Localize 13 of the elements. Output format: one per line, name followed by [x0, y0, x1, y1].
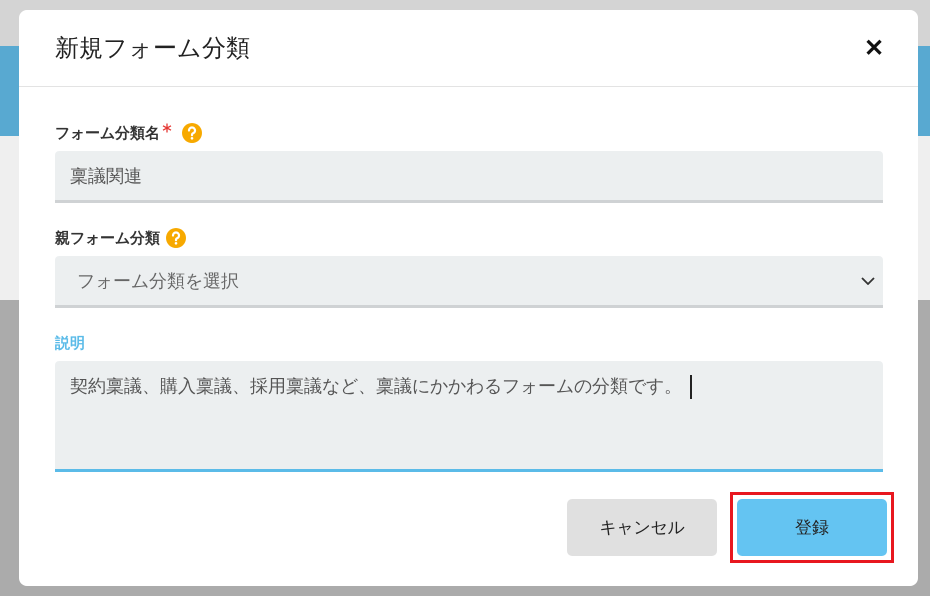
field-label: 説明	[55, 334, 85, 352]
field-label: フォーム分類名	[55, 124, 160, 142]
chevron-down-icon	[861, 276, 875, 284]
close-button[interactable]: ✕	[864, 34, 884, 62]
cancel-button[interactable]: キャンセル	[567, 499, 717, 556]
textarea-field[interactable]: 契約稟議、購入稟議、採用稟議など、稟議にかかわるフォームの分類です。	[55, 361, 883, 472]
dialog-title: 新規フォーム分類	[55, 33, 250, 64]
select-field[interactable]: フォーム分類を選択	[55, 256, 883, 308]
input-field[interactable]: 稟議関連	[55, 151, 883, 203]
help-icon[interactable]	[182, 123, 202, 143]
field-label: 親フォーム分類	[55, 228, 160, 248]
help-icon[interactable]	[166, 228, 186, 248]
register-button[interactable]: 登録	[737, 499, 887, 556]
